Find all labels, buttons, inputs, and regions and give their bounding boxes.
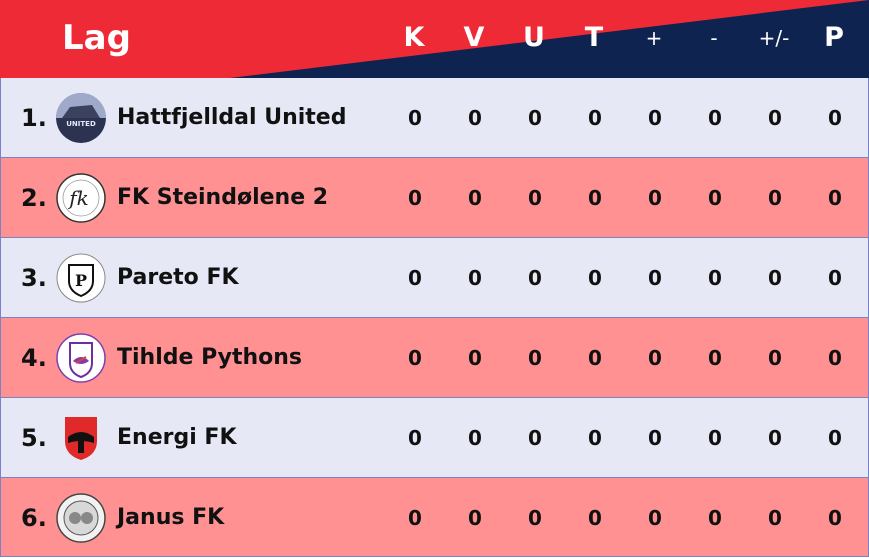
row-stat-minus: 0 (708, 186, 722, 210)
row-stat-points: 0 (828, 426, 842, 450)
pythons-logo (56, 333, 106, 383)
row-rank: 6. (21, 504, 47, 532)
row-stat-k: 0 (408, 426, 422, 450)
table-row[interactable]: 6. Janus FK 0 0 0 0 0 0 0 0 (0, 478, 869, 557)
row-stat-minus: 0 (708, 426, 722, 450)
row-team-name: Janus FK (117, 505, 225, 530)
steindolene-logo: fk (56, 173, 106, 223)
svg-text:P: P (75, 271, 87, 290)
row-stat-plus: 0 (648, 346, 662, 370)
row-stat-points: 0 (828, 186, 842, 210)
row-stat-k: 0 (408, 266, 422, 290)
row-stat-minus: 0 (708, 346, 722, 370)
row-rank: 4. (21, 344, 47, 372)
row-stat-diff: 0 (768, 426, 782, 450)
row-stat-u: 0 (528, 266, 542, 290)
row-stat-v: 0 (468, 426, 482, 450)
row-stat-points: 0 (828, 266, 842, 290)
row-stat-v: 0 (468, 346, 482, 370)
row-stat-u: 0 (528, 506, 542, 530)
hattfjelldal-logo: UNITED (56, 93, 106, 143)
row-stat-points: 0 (828, 106, 842, 130)
row-stat-u: 0 (528, 106, 542, 130)
row-stat-u: 0 (528, 346, 542, 370)
row-team-name: Tihlde Pythons (117, 345, 303, 370)
row-stat-t: 0 (588, 426, 602, 450)
header-col-t: T (584, 22, 604, 53)
row-stat-diff: 0 (768, 266, 782, 290)
row-stat-diff: 0 (768, 106, 782, 130)
row-stat-points: 0 (828, 506, 842, 530)
row-stat-plus: 0 (648, 186, 662, 210)
row-stat-v: 0 (468, 186, 482, 210)
janus-logo (56, 493, 106, 543)
header-col-diff: +/- (758, 26, 790, 50)
row-stat-diff: 0 (768, 506, 782, 530)
svg-text:fk: fk (67, 186, 89, 210)
row-stat-v: 0 (468, 506, 482, 530)
header-team-label: Lag (62, 18, 131, 58)
row-stat-t: 0 (588, 346, 602, 370)
table-header: Lag K V U T + - +/- P (0, 0, 869, 78)
row-rank: 2. (21, 184, 47, 212)
row-stat-plus: 0 (648, 106, 662, 130)
svg-text:UNITED: UNITED (66, 120, 96, 128)
pareto-logo: P (56, 253, 106, 303)
row-team-name: Energi FK (117, 425, 237, 450)
header-col-v: V (463, 22, 485, 53)
row-stat-k: 0 (408, 506, 422, 530)
row-team-name: FK Steindølene 2 (117, 185, 329, 210)
table-row[interactable]: 3. P Pareto FK 0 0 0 0 0 0 0 0 (0, 238, 869, 318)
row-stat-diff: 0 (768, 346, 782, 370)
row-stat-v: 0 (468, 266, 482, 290)
row-stat-v: 0 (468, 106, 482, 130)
table-row[interactable]: 2. fk FK Steindølene 2 0 0 0 0 0 0 0 0 (0, 158, 869, 238)
table-row[interactable]: 4. Tihlde Pythons 0 0 0 0 0 0 0 0 (0, 318, 869, 398)
row-stat-points: 0 (828, 346, 842, 370)
table-row[interactable]: 5. Energi FK 0 0 0 0 0 0 0 0 (0, 398, 869, 478)
row-stat-diff: 0 (768, 186, 782, 210)
row-stat-plus: 0 (648, 506, 662, 530)
row-stat-k: 0 (408, 106, 422, 130)
row-rank: 5. (21, 424, 47, 452)
header-col-plus: + (645, 26, 663, 50)
header-col-minus: - (710, 26, 718, 50)
row-stat-u: 0 (528, 426, 542, 450)
row-stat-minus: 0 (708, 506, 722, 530)
row-stat-plus: 0 (648, 266, 662, 290)
row-team-name: Pareto FK (117, 265, 239, 290)
energi-logo (56, 413, 106, 463)
row-stat-t: 0 (588, 106, 602, 130)
row-stat-u: 0 (528, 186, 542, 210)
row-rank: 3. (21, 264, 47, 292)
row-team-name: Hattfjelldal United (117, 105, 347, 130)
row-stat-plus: 0 (648, 426, 662, 450)
header-col-k: K (403, 22, 425, 53)
row-stat-minus: 0 (708, 106, 722, 130)
header-col-u: U (523, 22, 545, 53)
table-row[interactable]: 1. UNITED Hattfjelldal United 0 0 0 0 0 … (0, 78, 869, 158)
row-stat-t: 0 (588, 506, 602, 530)
header-col-points: P (824, 22, 844, 53)
row-rank: 1. (21, 104, 47, 132)
row-stat-k: 0 (408, 186, 422, 210)
row-stat-k: 0 (408, 346, 422, 370)
league-table: Lag K V U T + - +/- P 1. UNITED Hattfjel… (0, 0, 869, 557)
row-stat-t: 0 (588, 266, 602, 290)
row-stat-minus: 0 (708, 266, 722, 290)
row-stat-t: 0 (588, 186, 602, 210)
